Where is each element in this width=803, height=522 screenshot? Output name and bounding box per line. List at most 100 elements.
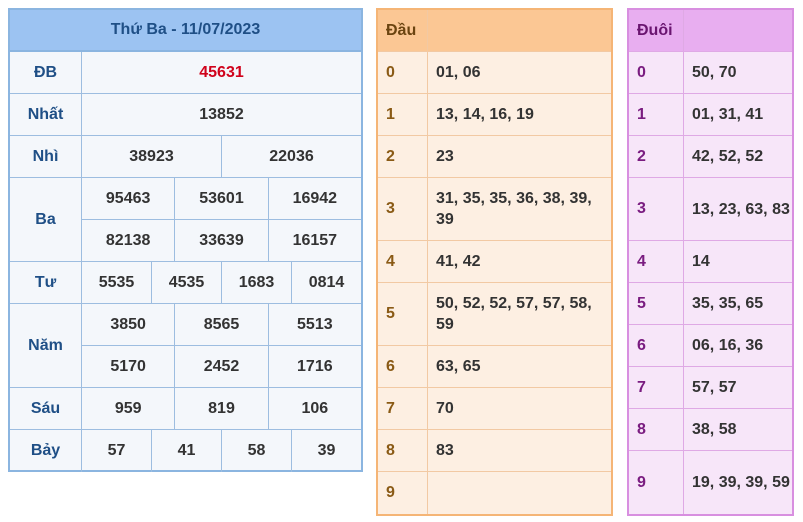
duoi-body: 0 50, 70 1 01, 31, 41 2 42, 52, 52 3 13, 23, 63…	[629, 52, 792, 514]
prize-row: ĐB 45631	[10, 52, 361, 94]
prize-number: 8565	[174, 304, 267, 345]
duoi-digit: 1	[629, 94, 684, 135]
prize-number: 53601	[174, 178, 267, 219]
dau-row: 9	[378, 472, 611, 514]
duoi-numbers: 57, 57	[692, 379, 737, 396]
dau-digit: 6	[378, 346, 428, 387]
dau-numbers: 70	[436, 400, 454, 417]
dau-numbers: 23	[436, 148, 454, 165]
dau-row: 4 41, 42	[378, 241, 611, 283]
prize-number: 39	[291, 430, 361, 472]
dau-numbers: 41, 42	[436, 253, 481, 270]
duoi-numbers: 01, 31, 41	[692, 106, 764, 123]
prize-row: Năm 3850 8565 5513 5170 2452 1716	[10, 304, 361, 388]
duoi-numbers: 38, 58	[692, 421, 737, 438]
prize-value-line: 38923 22036	[82, 136, 361, 177]
duoi-numbers: 35, 35, 65	[692, 295, 764, 312]
dau-numbers: 31, 35, 35, 36, 38, 39, 39	[436, 190, 592, 228]
prize-label: Năm	[10, 304, 82, 387]
prize-value-line: 959 819 106	[82, 388, 361, 429]
duoi-row: 0 50, 70	[629, 52, 792, 94]
duoi-numbers: 42, 52, 52	[692, 148, 764, 165]
duoi-digit: 3	[629, 178, 684, 240]
duoi-digit: 6	[629, 325, 684, 366]
prize-value-line: 57 41 58 39	[82, 430, 361, 472]
dau-row: 5 50, 52, 52, 57, 57, 58, 59	[378, 283, 611, 346]
prize-number: 2452	[174, 346, 267, 387]
prize-label: Bảy	[10, 430, 82, 472]
dau-numbers: 50, 52, 52, 57, 57, 58, 59	[436, 295, 592, 333]
duoi-row: 5 35, 35, 65	[629, 283, 792, 325]
results-table: Thứ Ba - 11/07/2023 ĐB 45631 Nhất 13852 Nhì 3…	[8, 8, 363, 472]
dau-numbers: 13, 14, 16, 19	[436, 106, 534, 123]
prize-number: 959	[114, 399, 142, 417]
dau-digit: 4	[378, 241, 428, 282]
duoi-digit: 7	[629, 367, 684, 408]
dau-numbers	[428, 472, 611, 514]
dau-row: 8 83	[378, 430, 611, 472]
prize-value-line: 82138 33639 16157	[82, 219, 361, 261]
prize-row: Ba 95463 53601 16942 82138 33639 16157	[10, 178, 361, 262]
prize-label: Nhất	[10, 94, 82, 135]
duoi-digit: 5	[629, 283, 684, 324]
dau-digit: 1	[378, 94, 428, 135]
prize-value-line: 3850 8565 5513	[82, 304, 361, 345]
prize-number: 41	[151, 430, 221, 472]
prize-number: 819	[174, 388, 267, 429]
prize-values: 38923 22036	[82, 136, 361, 177]
dau-header-blank	[428, 10, 611, 51]
prize-value-line: 95463 53601 16942	[82, 178, 361, 219]
prize-number: 58	[221, 430, 291, 472]
duoi-header-blank	[684, 10, 792, 51]
duoi-numbers: 06, 16, 36	[692, 337, 764, 354]
prize-number: 5170	[110, 357, 146, 375]
dau-digit: 9	[378, 472, 428, 514]
duoi-row: 3 13, 23, 63, 83	[629, 178, 792, 241]
duoi-numbers: 50, 70	[692, 64, 737, 81]
prize-label: ĐB	[10, 52, 82, 93]
dau-row: 2 23	[378, 136, 611, 178]
duoi-row: 2 42, 52, 52	[629, 136, 792, 178]
dau-numbers: 83	[436, 442, 454, 459]
prize-row: Tư 5535 4535 1683 0814	[10, 262, 361, 304]
prize-number: 4535	[151, 262, 221, 303]
dau-numbers: 63, 65	[436, 358, 481, 375]
duoi-numbers: 14	[692, 253, 710, 270]
prize-values: 95463 53601 16942 82138 33639 16157	[82, 178, 361, 261]
prize-label: Sáu	[10, 388, 82, 429]
duoi-digit: 8	[629, 409, 684, 450]
dau-digit: 7	[378, 388, 428, 429]
prize-row: Sáu 959 819 106	[10, 388, 361, 430]
duoi-row: 8 38, 58	[629, 409, 792, 451]
duoi-row: 4 14	[629, 241, 792, 283]
prize-value-line: 45631	[82, 52, 361, 93]
duoi-row: 9 19, 39, 39, 59	[629, 451, 792, 514]
dau-row: 6 63, 65	[378, 346, 611, 388]
prize-number: 106	[267, 388, 361, 429]
duoi-row: 7 57, 57	[629, 367, 792, 409]
duoi-digit: 9	[629, 451, 684, 514]
prize-value-line: 13852	[82, 94, 361, 135]
special-prize-number: 45631	[199, 63, 244, 81]
duoi-header-row: Đuôi	[629, 10, 792, 52]
dau-body: 0 01, 06 1 13, 14, 16, 19 2 23 3 31, 35, 35, 36…	[378, 52, 611, 514]
duoi-numbers: 19, 39, 39, 59	[692, 474, 790, 491]
duoi-row: 1 01, 31, 41	[629, 94, 792, 136]
duoi-numbers: 13, 23, 63, 83	[692, 200, 790, 218]
dau-row: 3 31, 35, 35, 36, 38, 39, 39	[378, 178, 611, 241]
dau-header-row: Đầu	[378, 10, 611, 52]
duoi-row: 6 06, 16, 36	[629, 325, 792, 367]
prize-row: Bảy 57 41 58 39	[10, 430, 361, 472]
prize-number: 13852	[199, 105, 244, 123]
prize-label: Tư	[10, 262, 82, 303]
prize-row: Nhất 13852	[10, 94, 361, 136]
prize-number: 0814	[291, 262, 361, 303]
prize-number: 95463	[105, 189, 151, 207]
prize-number: 1716	[267, 346, 361, 387]
duoi-digit: 4	[629, 241, 684, 282]
prize-number: 57	[107, 442, 126, 459]
dau-row: 0 01, 06	[378, 52, 611, 94]
prize-number: 16157	[267, 220, 361, 261]
dau-header-label: Đầu	[378, 10, 428, 51]
prize-number: 82138	[105, 231, 151, 249]
